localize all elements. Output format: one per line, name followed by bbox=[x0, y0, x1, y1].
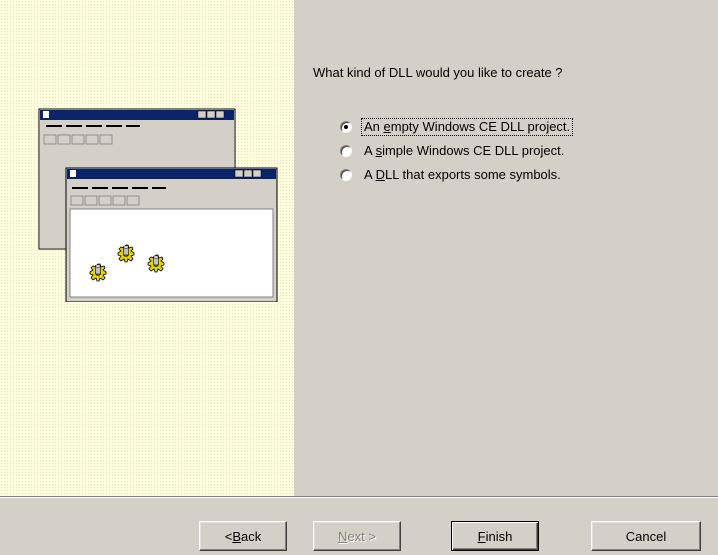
radio-simple-dll[interactable]: A simple Windows CE DLL project. bbox=[340, 139, 572, 163]
finish-button[interactable]: Finish bbox=[451, 521, 539, 551]
radio-label-export-symbols-dll[interactable]: A DLL that exports some symbols. bbox=[362, 167, 563, 183]
radio-button-export-symbols-dll[interactable] bbox=[340, 169, 352, 181]
radio-empty-dll[interactable]: An empty Windows CE DLL project. bbox=[340, 115, 574, 139]
radio-button-empty-dll[interactable] bbox=[340, 121, 352, 133]
dll-type-radio-group: An empty Windows CE DLL project. A simpl… bbox=[340, 115, 574, 187]
radio-label-empty-dll[interactable]: An empty Windows CE DLL project. bbox=[360, 118, 574, 136]
button-bar-separator bbox=[0, 496, 718, 498]
radio-label-simple-dll[interactable]: A simple Windows CE DLL project. bbox=[362, 143, 566, 159]
dll-wizard-illustration-icon bbox=[38, 108, 278, 302]
radio-export-symbols-dll[interactable]: A DLL that exports some symbols. bbox=[340, 163, 572, 187]
next-button[interactable]: Next > bbox=[313, 521, 401, 551]
dll-type-question: What kind of DLL would you like to creat… bbox=[313, 65, 563, 80]
radio-button-simple-dll[interactable] bbox=[340, 145, 352, 157]
wizard-illustration-panel bbox=[0, 0, 294, 497]
cancel-button[interactable]: Cancel bbox=[591, 521, 701, 551]
front-window bbox=[65, 167, 278, 302]
back-button[interactable]: < Back bbox=[199, 521, 287, 551]
